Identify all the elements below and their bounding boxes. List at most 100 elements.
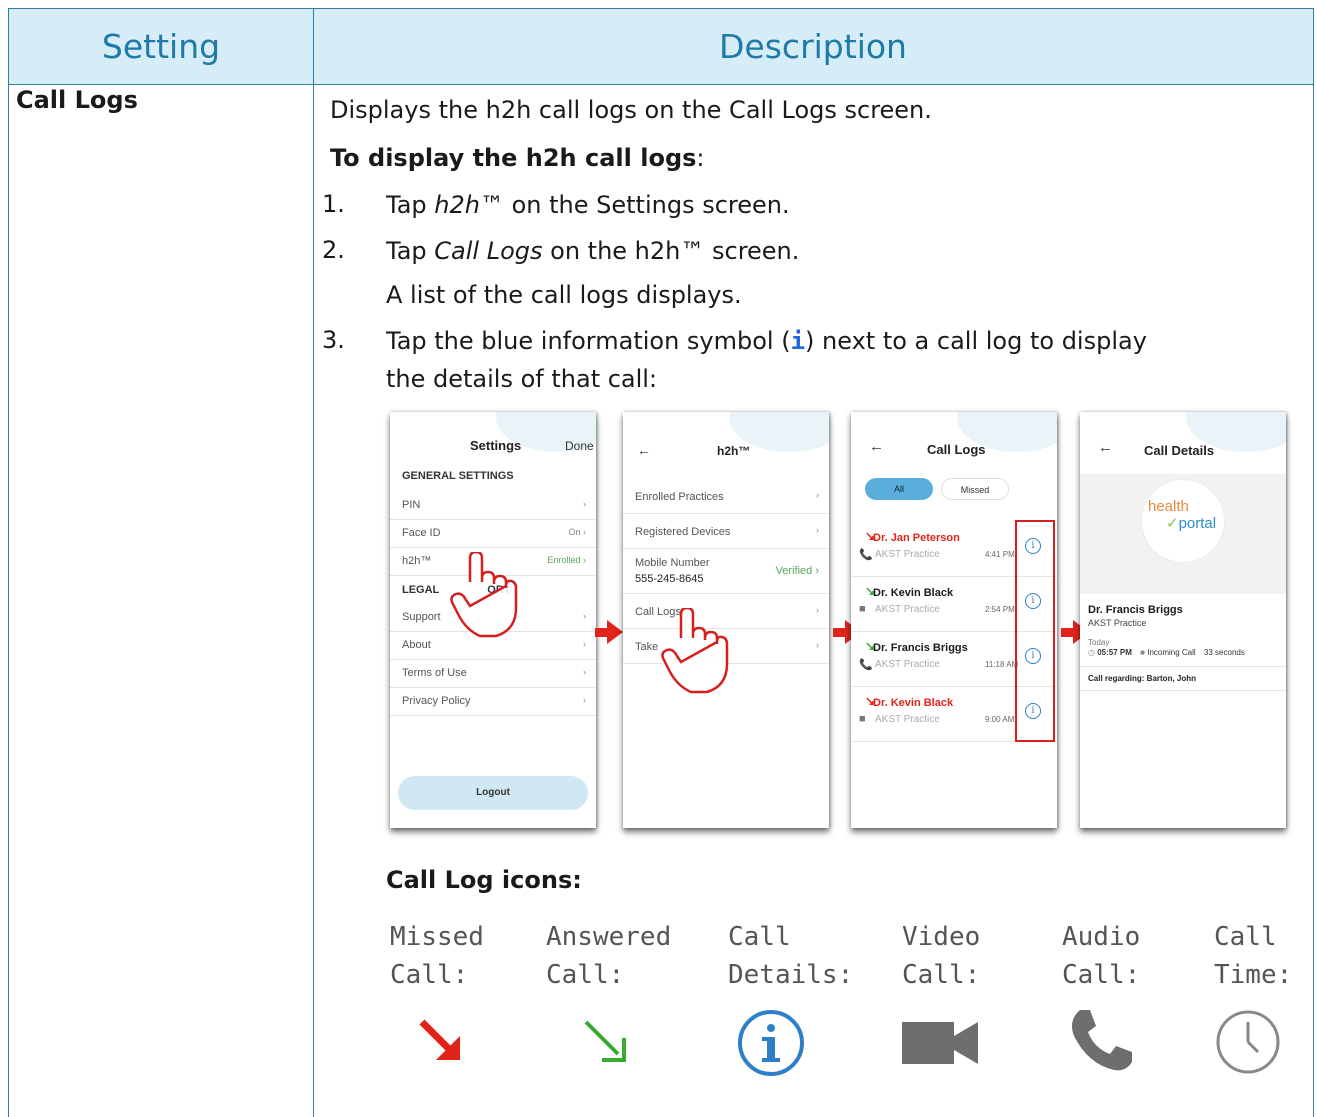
info-highlight-box [1015, 520, 1055, 742]
answered-call-arrow-icon [584, 1020, 626, 1062]
settings-row-privacy[interactable]: Privacy Policy › [390, 687, 596, 716]
video-camera-icon [902, 1022, 978, 1064]
video-camera-icon: ■ [1140, 648, 1145, 657]
tab-missed[interactable]: Missed [941, 478, 1009, 500]
support-label: Support [402, 611, 441, 623]
step-2-result: A list of the call logs displays. [386, 281, 742, 309]
step-3-line2: the details of that call: [386, 365, 658, 393]
step-3-pre: Tap the blue information symbol ( [386, 327, 791, 355]
back-arrow-icon[interactable]: ← [869, 438, 884, 455]
general-settings-heading: GENERAL SETTINGS [402, 470, 514, 482]
settings-screen: Settings Done GENERAL SETTINGS PIN › Face… [390, 412, 596, 828]
caller-name: Dr. Kevin Black [873, 697, 954, 709]
subheading-text: To display the h2h call logs [330, 144, 697, 172]
step-1: Tap h2h™ on the Settings screen. [386, 190, 790, 220]
legend-audio-call: Audio Call: [1062, 918, 1140, 994]
legend-label-line2: Call: [546, 960, 625, 990]
pin-label: PIN [402, 499, 421, 511]
chevron-right-icon: › [816, 605, 819, 615]
done-button[interactable]: Done [565, 439, 594, 453]
settings-row-pin[interactable]: PIN › [390, 491, 596, 520]
step-3-number: 3. [322, 326, 345, 354]
legend-label-line2: Call: [390, 960, 469, 990]
setting-name: Call Logs [16, 86, 138, 114]
legend-label-line1: Answered [546, 922, 672, 952]
legend-missed-call: Missed Call: [390, 918, 484, 994]
registered-devices-label: Registered Devices [635, 526, 731, 538]
step-2-em: Call Logs [434, 237, 543, 265]
practice-name: AKST Practice [875, 714, 940, 725]
practice-name: AKST Practice [875, 604, 940, 615]
call-details-screen: ← Call Details health ✓portal Dr. Franci… [1080, 412, 1286, 828]
call-day: Today [1088, 638, 1110, 647]
face-id-status: On [568, 527, 581, 537]
legend-label-line1: Call [1214, 922, 1277, 952]
tap-hand-icon [450, 552, 518, 638]
step-3-post: ) next to a call log to display [805, 327, 1147, 355]
legend-label-line1: Call [728, 922, 791, 952]
step-2-pre: Tap [386, 237, 435, 265]
legend-video-call: Video Call: [902, 918, 980, 994]
settings-row-terms[interactable]: Terms of Use › [390, 659, 596, 688]
call-time: 2:54 PM [985, 605, 1015, 614]
step-1-pre: Tap [386, 191, 435, 219]
terms-label: Terms of Use [402, 667, 467, 679]
h2h-label: h2h™ [402, 555, 432, 567]
chevron-right-icon: › [583, 639, 586, 649]
step-2-post: on the h2h™ screen. [542, 237, 800, 265]
call-logs-title: Call Logs [927, 442, 986, 457]
legend-call-time: Call Time: [1214, 918, 1292, 994]
h2h-row-enrolled[interactable]: Enrolled Practices › [623, 479, 829, 514]
call-time: 05:57 PM [1097, 648, 1132, 657]
mobile-number-value: 555-245-8645 [635, 573, 704, 585]
caller-name: Dr. Jan Peterson [873, 532, 960, 544]
phone-handset-icon: 📞 [859, 549, 873, 561]
column-divider [313, 9, 314, 1117]
legend-label-line1: Audio [1062, 922, 1141, 952]
subheading: To display the h2h call logs: [330, 143, 705, 173]
call-type: Incoming Call [1147, 648, 1196, 657]
h2h-row-mobile[interactable]: Mobile Number 555-245-8645 Verified › [623, 549, 829, 594]
flow-arrow [595, 620, 623, 644]
legend-label-line2: Call: [902, 960, 981, 990]
step-3: Tap the blue information symbol (i) next… [386, 326, 1147, 356]
info-symbol: i [790, 327, 806, 355]
call-regarding: Call regarding: Barton, John [1088, 674, 1197, 683]
call-logs-screen: ← Call Logs All Missed ↘ Dr. Jan Peterso… [851, 412, 1057, 828]
step-1-number: 1. [322, 190, 345, 218]
legend-call-details: Call Details: [728, 918, 853, 994]
divider [1080, 690, 1286, 691]
video-camera-icon: ■ [859, 713, 866, 725]
header-setting: Setting [101, 27, 221, 66]
video-camera-icon: ■ [859, 603, 866, 615]
legend-label-line2: Time: [1214, 960, 1293, 990]
phone-handset-icon [1072, 1010, 1132, 1071]
table-header: Setting Description [9, 9, 1313, 85]
logo-bottom: ✓portal [1166, 514, 1216, 532]
logout-button[interactable]: Logout [398, 776, 588, 810]
header-description: Description [719, 27, 907, 66]
h2h-row-devices[interactable]: Registered Devices › [623, 514, 829, 549]
legend-label-line1: Missed [390, 922, 484, 952]
back-arrow-icon[interactable]: ← [1098, 439, 1113, 456]
h2h-status: Enrolled [547, 555, 581, 565]
chevron-right-icon: › [583, 611, 586, 621]
call-time: 4:41 PM [985, 550, 1015, 559]
subheading-colon: : [696, 144, 705, 172]
tab-all[interactable]: All [865, 478, 933, 500]
mobile-number-label: Mobile Number [635, 557, 710, 569]
back-arrow-icon[interactable]: ← [637, 442, 651, 458]
step-2-number: 2. [322, 236, 345, 264]
info-icon [738, 1010, 804, 1076]
call-time: 11:18 AM [985, 660, 1019, 669]
legend-label-line2: Details: [728, 960, 854, 990]
call-time: 9:00 AM [985, 715, 1015, 724]
face-id-value: On › [568, 527, 586, 537]
intro-text: Displays the h2h call logs on the Call L… [330, 96, 932, 124]
legend-title: Call Log icons: [386, 866, 582, 894]
face-id-label: Face ID [402, 527, 441, 539]
step-2: Tap Call Logs on the h2h™ screen. [386, 236, 799, 266]
step-1-em: h2h [434, 191, 480, 219]
legend-label-line2: Call: [1062, 960, 1141, 990]
settings-row-face-id[interactable]: Face ID On › [390, 519, 596, 548]
